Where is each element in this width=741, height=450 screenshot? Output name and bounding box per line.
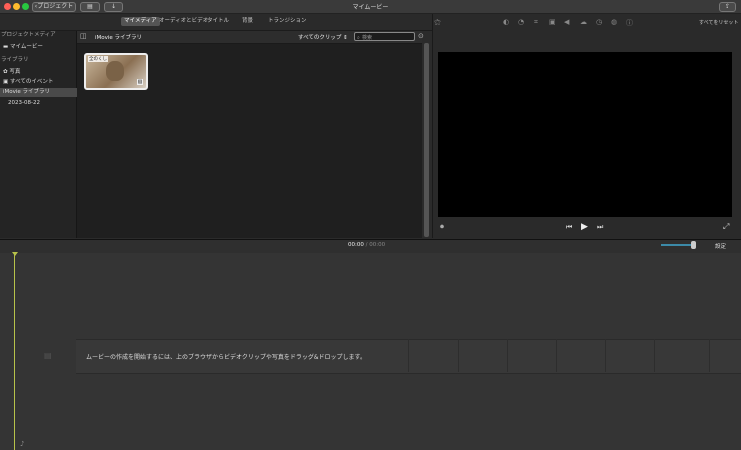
volume-icon[interactable]: ◀ [564,18,569,26]
color-balance-icon[interactable]: ◐ [503,18,509,26]
photo-badge-icon: ▧ [137,79,143,85]
film-icon: ▬ [3,44,9,50]
speed-icon[interactable]: ◷ [596,18,602,26]
skip-back-icon[interactable]: ⏮ [566,223,572,232]
noise-reduction-icon[interactable]: ☁ [580,18,587,26]
project-media-header: プロジェクトメディア [1,32,56,38]
updown-chevron-icon: ⇕ [343,35,348,41]
drop-zone-divider [556,339,557,372]
zoom-slider-knob[interactable] [691,241,696,249]
playhead[interactable] [14,253,15,450]
reset-all-button[interactable]: すべてをリセット [699,19,738,26]
drop-zone-divider [507,339,508,372]
drop-zone-divider [458,339,459,372]
window-title: マイムービー [352,4,389,11]
fullscreen-icon[interactable]: ⤢ [723,222,729,232]
film-placeholder-icon: ▤ [44,351,52,360]
tab-backgrounds[interactable]: 背景 [239,17,256,26]
tab-my-media[interactable]: マイメディア [121,17,160,26]
star-icon: ▣ [3,79,9,85]
sidebar-item-event-date[interactable]: 2023-08-22 [8,99,40,108]
tab-titles[interactable]: タイトル [204,17,232,26]
sidebar-item-all-events[interactable]: ▣ すべてのイベント [3,78,53,87]
color-correction-icon[interactable]: ◔ [518,18,524,26]
media-clip-thumbnail[interactable]: 全のくし ▧ [84,53,148,90]
search-icon: ⌕ [357,35,360,41]
timeline-settings-button[interactable]: 設定 [715,242,726,250]
drop-zone-divider [408,339,409,372]
kitten-image [106,61,124,81]
video-preview [438,52,732,217]
microphone-icon[interactable]: ⏺ [440,222,444,232]
browser-title: iMovie ライブラリ [95,35,143,41]
tab-audio-video[interactable]: オーディオとビデオ [156,17,211,26]
crop-icon[interactable]: ⌗ [534,18,538,27]
timeline-hint: ムービーの作成を開始するには、上のブラウザからビデオクリップや写真をドラッグ&ド… [86,354,366,361]
tab-transitions[interactable]: トランジション [265,17,310,26]
play-icon[interactable]: ▶ [581,222,588,232]
clip-filter-select[interactable]: すべてのクリップ ⇕ [298,33,348,41]
drop-zone-divider [654,339,655,372]
playhead-marker-icon[interactable] [12,252,18,256]
share-button[interactable]: ⇪ [719,2,736,12]
search-field[interactable]: ⌕ 検索 [354,32,415,41]
info-icon[interactable]: ⓘ [626,18,633,28]
skip-forward-icon[interactable]: ⏭ [597,223,603,232]
clip-badge: 全のくし [88,56,108,62]
photos-icon: ✿ [3,69,8,75]
timecode: 00:00 / 00:00 [348,242,386,248]
magic-wand-icon[interactable]: ⚝ [434,18,441,27]
drop-zone-divider [709,339,710,372]
sidebar-toggle-icon[interactable]: ◫ [80,32,87,40]
zoom-slider-track[interactable] [661,244,695,246]
browser-settings-icon[interactable]: ⊙ [418,32,424,40]
sidebar-item-imovie-library[interactable]: iMovie ライブラリ [0,88,79,97]
library-header: ライブラリ [1,57,29,63]
stabilization-icon[interactable]: ▣ [549,18,556,26]
drop-zone-divider [605,339,606,372]
share-icon: ⇪ [724,3,731,10]
browser-scrollbar[interactable] [424,43,429,237]
audio-icon[interactable]: ♪ [20,440,24,448]
clip-filter-icon[interactable]: ◍ [611,18,617,26]
sidebar-item-my-movie[interactable]: ▬ マイムービー [3,43,43,52]
sidebar-item-photos[interactable]: ✿ 写真 [3,68,20,77]
